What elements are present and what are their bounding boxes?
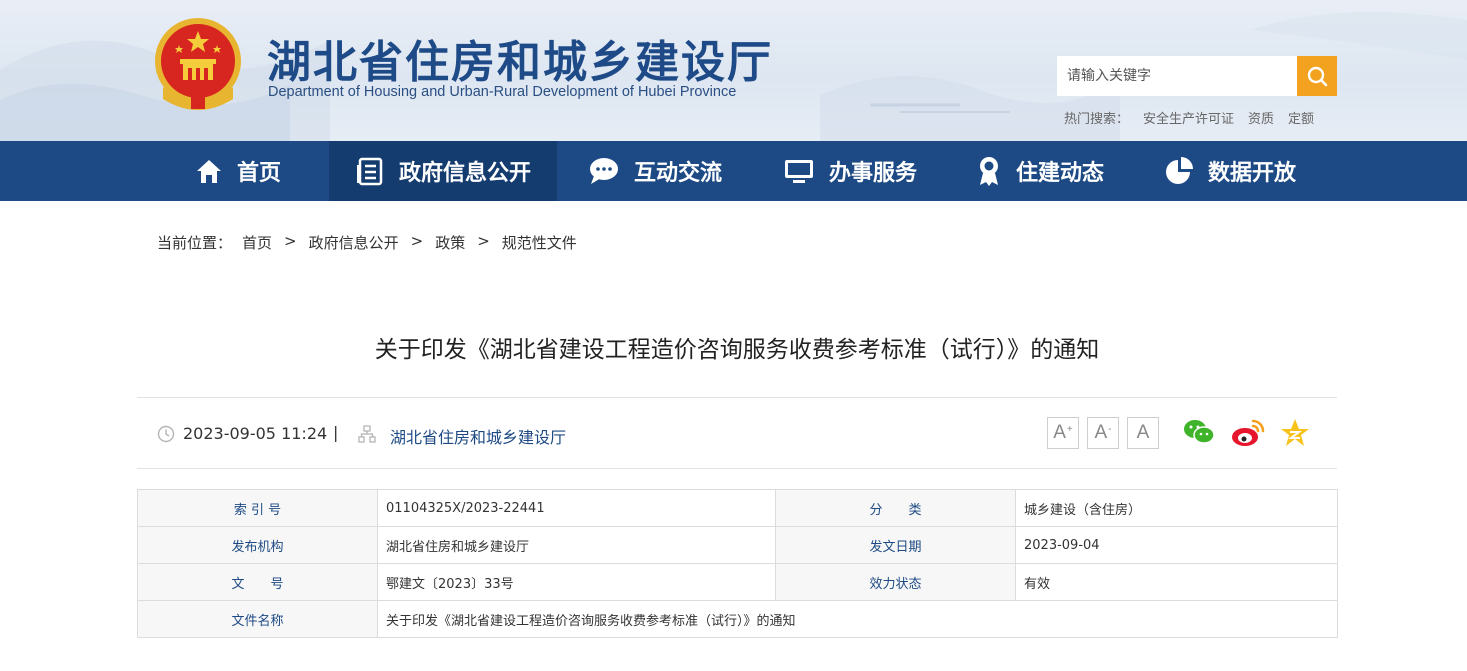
font-size-decrease-button[interactable]: A- [1087,417,1119,449]
breadcrumb-separator: > [284,232,297,250]
nav-item-gov-info[interactable]: 政府信息公开 [329,141,557,201]
breadcrumb-item-home[interactable]: 首页 [242,232,272,253]
breadcrumb-prefix: 当前位置： [157,234,233,252]
nav-item-interaction[interactable]: 互动交流 [570,141,740,201]
font-size-increase-button[interactable]: A + [1047,417,1079,449]
qzone-icon[interactable] [1280,418,1310,448]
hot-search-label: 热门搜索： [1064,112,1130,127]
validity-status-value: 有效 [1015,563,1338,601]
meta-divider: | [333,423,339,442]
nav-item-label: 首页 [236,161,281,186]
nav-item-label: 住建动态 [1015,161,1104,186]
issue-date-value: 2023-09-04 [1015,526,1338,564]
main-nav: 首页 政府信息公开 互动交流 办事服务 住建动态 数据开放 [0,141,1467,201]
site-subtitle: Department of Housing and Urban-Rural De… [268,84,737,100]
document-info-table: 索 引 号 01104325X/2023-22441 分 类 城乡建设（含住房）… [137,489,1338,638]
pie-chart-icon [1165,157,1193,184]
issuing-agency-label: 发布机构 [137,526,378,564]
document-number-value: 鄂建文〔2023〕33号 [377,563,776,601]
font-button-label: A [1094,422,1108,443]
table-row: 发布机构 湖北省住房和城乡建设厅 发文日期 2023-09-04 [137,526,1338,564]
site-title: 湖北省住房和城乡建设厅 [267,37,773,88]
publish-datetime: 2023-09-05 11:24 [183,424,328,443]
article-meta-bar: 2023-09-05 11:24 | 湖北省住房和城乡建设厅 A + A- A [137,397,1337,469]
nav-item-label: 政府信息公开 [398,161,531,186]
chat-bubble-icon [589,158,618,184]
nav-item-news[interactable]: 住建动态 [960,141,1120,201]
index-number-value: 01104325X/2023-22441 [377,489,776,527]
table-row: 索 引 号 01104325X/2023-22441 分 类 城乡建设（含住房） [137,489,1338,527]
national-emblem-icon [155,18,241,110]
font-size-reset-button[interactable]: A [1127,417,1159,449]
breadcrumb-item-gov-info[interactable]: 政府信息公开 [309,232,399,253]
hot-search-link[interactable]: 资质 [1248,108,1274,127]
font-button-label: A [1136,422,1150,443]
search-button[interactable] [1297,56,1337,96]
award-icon [979,157,998,186]
breadcrumb: 当前位置： 首页 > 政府信息公开 > 政策 > 规范性文件 [157,232,577,253]
nav-item-home[interactable]: 首页 [158,141,318,201]
publish-source: 湖北省住房和城乡建设厅 [390,428,567,447]
document-list-icon [356,157,383,186]
home-icon [196,160,221,183]
table-row: 文 号 鄂建文〔2023〕33号 效力状态 有效 [137,563,1338,601]
issuing-agency-value: 湖北省住房和城乡建设厅 [377,526,776,564]
issue-date-label: 发文日期 [775,526,1016,564]
hot-search-links: 安全生产许可证 资质 定额 [1143,108,1314,127]
weibo-icon[interactable] [1231,418,1265,448]
breadcrumb-separator: > [477,232,490,250]
validity-status-label: 效力状态 [775,563,1016,601]
clock-icon [157,425,175,443]
document-name-label: 文件名称 [137,600,378,638]
wechat-icon[interactable] [1183,418,1215,446]
nav-item-open-data[interactable]: 数据开放 [1150,141,1310,201]
breadcrumb-item-normative-docs[interactable]: 规范性文件 [502,232,577,253]
hot-search-link[interactable]: 安全生产许可证 [1143,108,1234,127]
index-number-label: 索 引 号 [137,489,378,527]
document-name-value: 关于印发《湖北省建设工程造价咨询服务收费参考标准（试行）》的通知 [377,600,1338,638]
nav-item-label: 数据开放 [1207,161,1296,186]
breadcrumb-separator: > [410,232,424,250]
document-number-label: 文 号 [137,563,378,601]
breadcrumb-item-policy[interactable]: 政策 [435,232,465,253]
nav-item-services[interactable]: 办事服务 [765,141,935,201]
search-icon [1307,66,1328,87]
nav-item-label: 办事服务 [828,161,917,186]
article-title: 关于印发《湖北省建设工程造价咨询服务收费参考标准（试行）》的通知 [374,337,1100,363]
font-button-label: A [1053,422,1066,443]
category-value: 城乡建设（含住房） [1015,489,1338,527]
site-header: 湖北省住房和城乡建设厅 Department of Housing and Ur… [0,0,1467,141]
hot-search-link[interactable]: 定额 [1288,108,1314,127]
monitor-icon [784,160,813,183]
search-input[interactable] [1057,56,1297,96]
organization-icon [358,425,376,443]
category-label: 分 类 [775,489,1016,527]
nav-item-label: 互动交流 [633,161,722,186]
table-row: 文件名称 关于印发《湖北省建设工程造价咨询服务收费参考标准（试行）》的通知 [137,600,1338,638]
